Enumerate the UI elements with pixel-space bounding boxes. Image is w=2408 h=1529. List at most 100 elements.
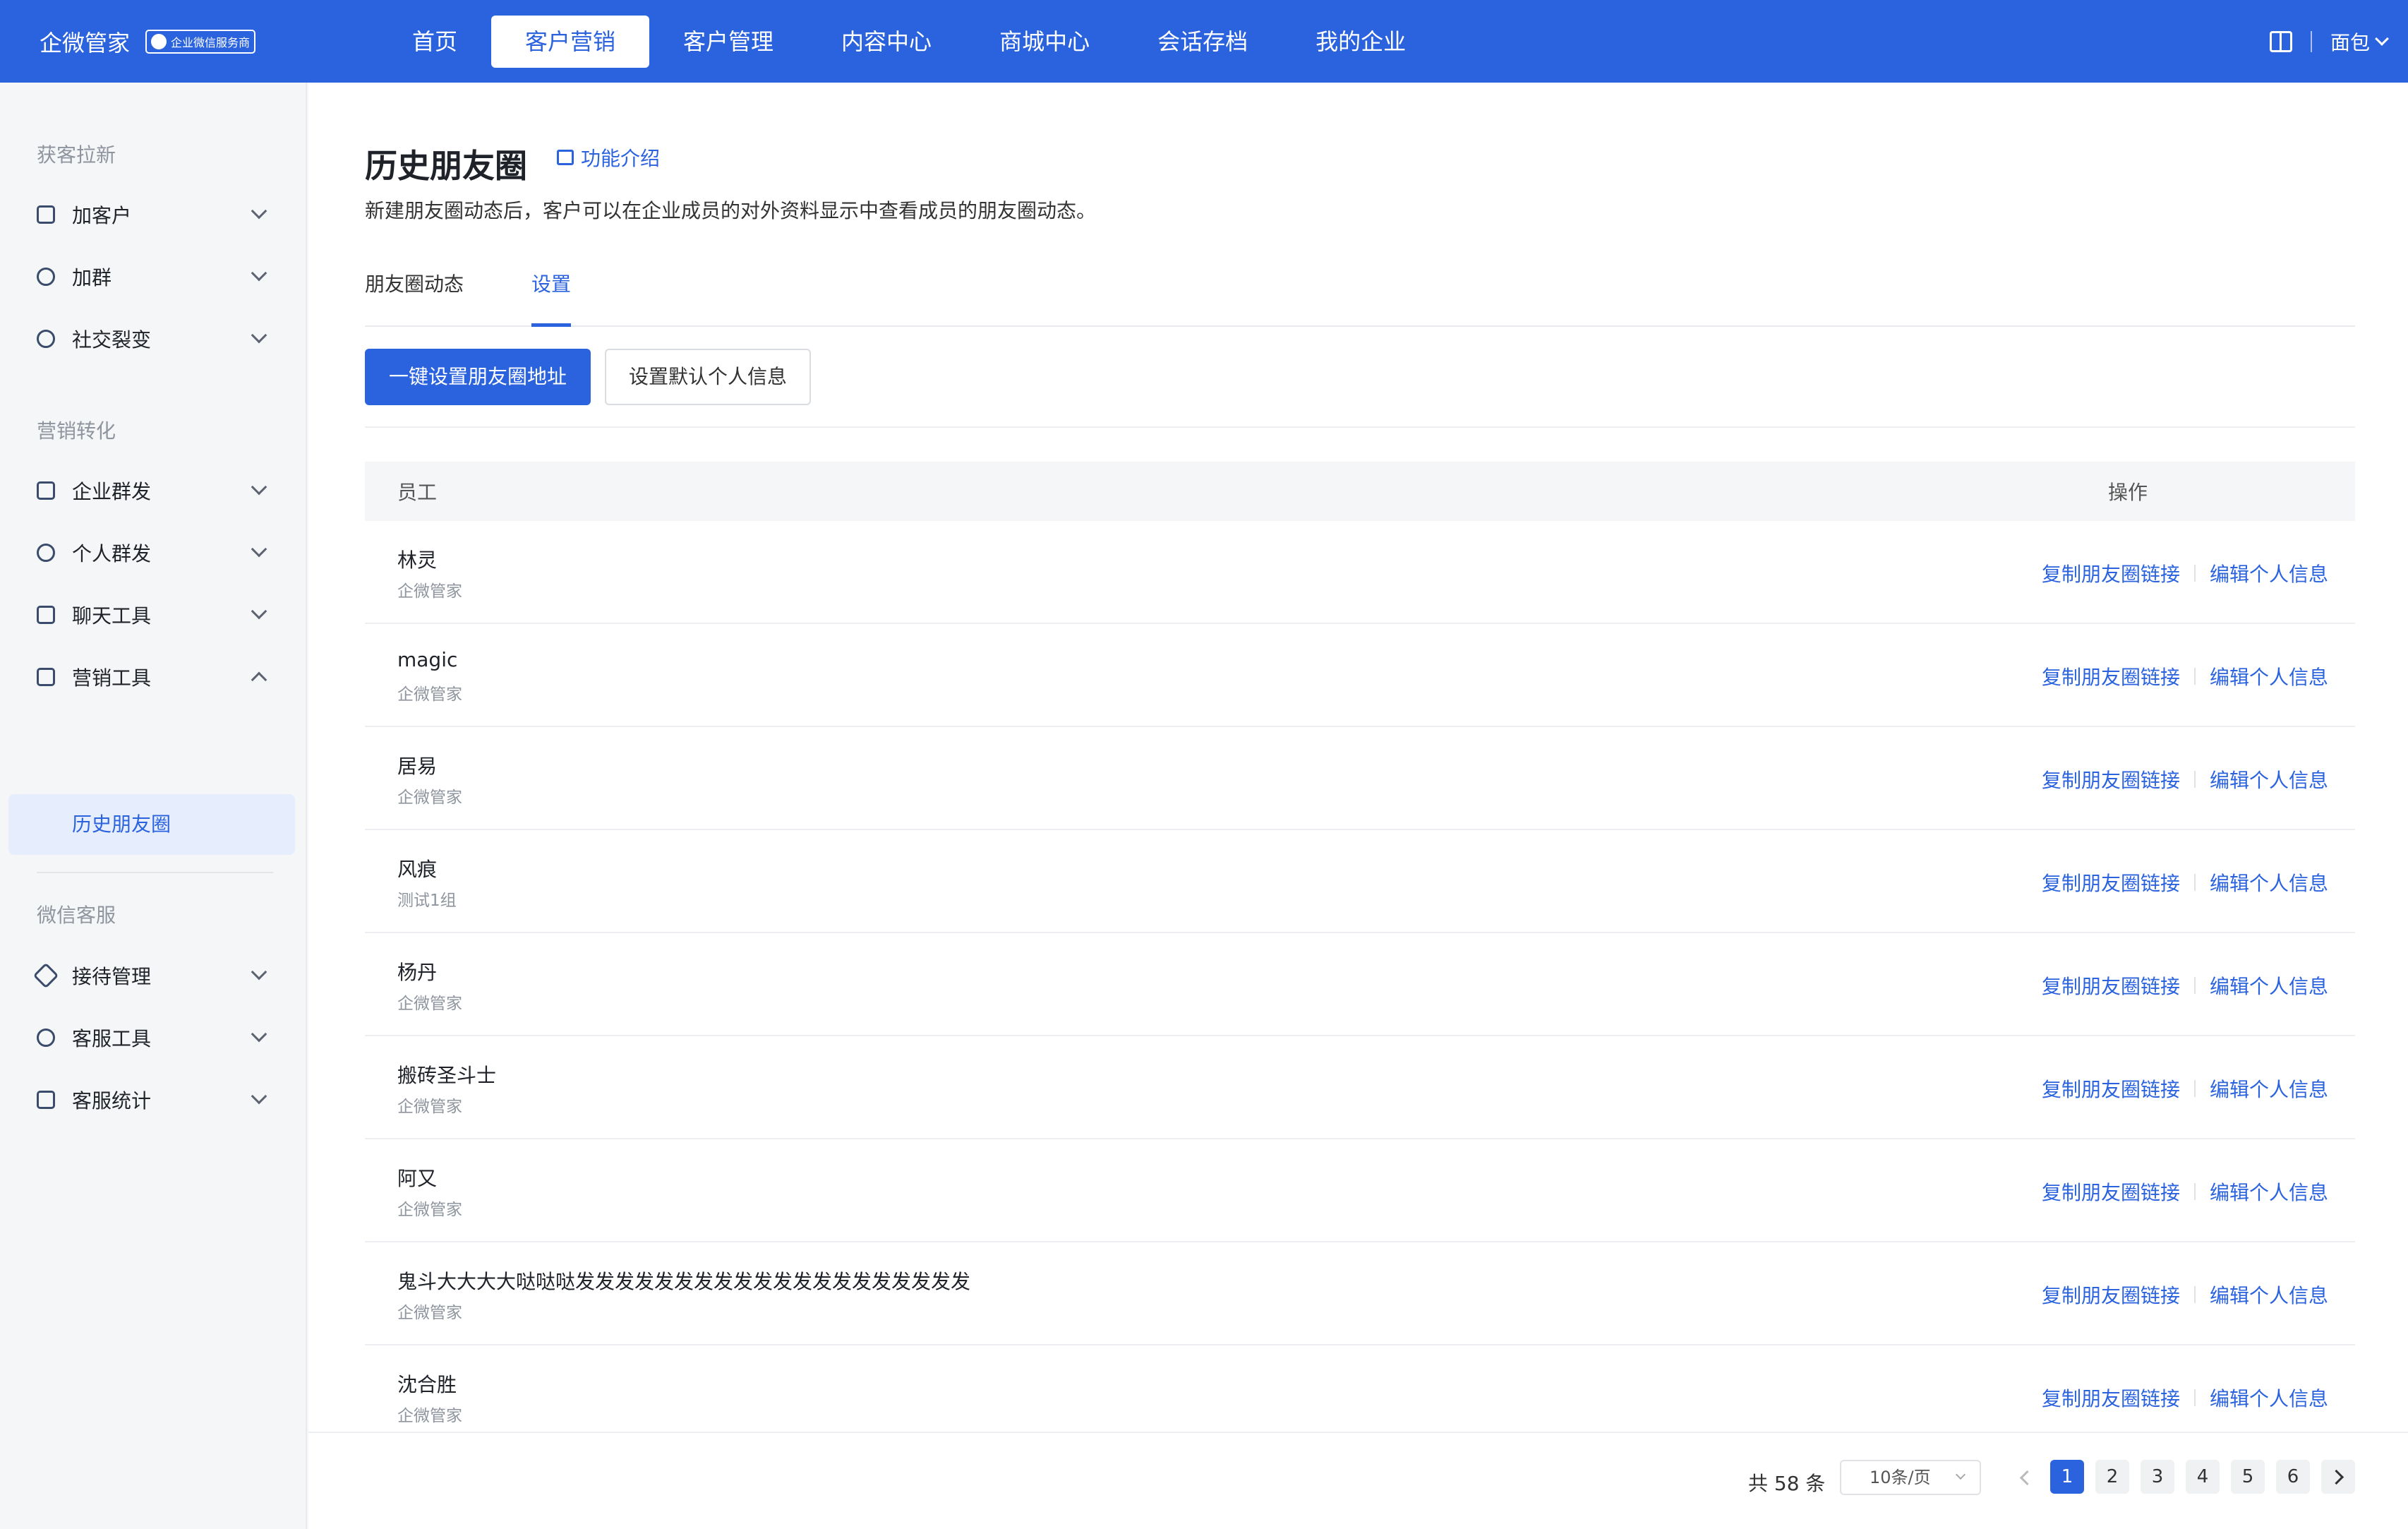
table-row: 鬼斗大大大大哒哒哒发发发发发发发发发发发发发发发发发发发发 企微管家 复制朋友圈链接… <box>365 1242 2355 1345</box>
sidebar-section-title: 获客拉新 <box>37 143 116 167</box>
edit-profile-link[interactable]: 编辑个人信息 <box>2210 662 2328 690</box>
divider <box>2194 874 2196 891</box>
staff-group: 企微管家 <box>397 582 462 601</box>
staff-name: 杨丹 <box>397 961 438 984</box>
tabs: 朋友圈动态 设置 <box>365 263 2355 327</box>
pagination-bar: 共 58 条 10条/页 1 2 3 4 5 6 <box>308 1432 2408 1529</box>
edit-profile-link[interactable]: 编辑个人信息 <box>2210 1281 2328 1309</box>
page-6-button[interactable]: 6 <box>2276 1460 2310 1494</box>
copy-moments-link[interactable]: 复制朋友圈链接 <box>2042 868 2180 897</box>
tab-moments-feed[interactable]: 朋友圈动态 <box>365 263 464 325</box>
nav-mall-center[interactable]: 商城中心 <box>965 16 1124 68</box>
column-header-staff: 员工 <box>397 481 438 504</box>
sidebar-subitem-history-moments[interactable]: 历史朋友圈 <box>8 794 295 855</box>
chevron-down-icon <box>251 265 267 282</box>
sidebar-item-personal-broadcast[interactable]: 个人群发 <box>0 524 307 581</box>
help-book-icon[interactable] <box>2269 30 2292 52</box>
sidebar-item-label: 接待管理 <box>72 965 152 988</box>
staff-name: 搬砖圣斗士 <box>397 1064 497 1087</box>
row-actions: 复制朋友圈链接 编辑个人信息 <box>2042 559 2328 587</box>
copy-moments-link[interactable]: 复制朋友圈链接 <box>2042 1074 2180 1103</box>
sidebar-item-service-tools[interactable]: 客服工具 <box>0 1009 307 1066</box>
edit-profile-link[interactable]: 编辑个人信息 <box>2210 1177 2328 1206</box>
chevron-down-icon <box>251 541 267 558</box>
sidebar-item-label: 社交裂变 <box>72 328 152 352</box>
sidebar-item-label: 营销工具 <box>72 666 152 690</box>
copy-moments-link[interactable]: 复制朋友圈链接 <box>2042 765 2180 793</box>
page-size-select[interactable]: 10条/页 <box>1840 1460 1981 1495</box>
edit-profile-link[interactable]: 编辑个人信息 <box>2210 971 2328 1000</box>
sidebar-item-add-group[interactable]: 加群 <box>0 248 307 305</box>
nav-content-center[interactable]: 内容中心 <box>807 16 965 68</box>
nav-customer-marketing[interactable]: 客户营销 <box>491 15 650 68</box>
divider <box>2194 977 2196 994</box>
copy-moments-link[interactable]: 复制朋友圈链接 <box>2042 1281 2180 1309</box>
staff-name: 居易 <box>397 755 438 778</box>
sidebar-item-enterprise-broadcast[interactable]: 企业群发 <box>0 462 307 519</box>
page-3-button[interactable]: 3 <box>2141 1460 2174 1494</box>
sidebar-item-marketing-tools[interactable]: 营销工具 <box>0 649 307 705</box>
chevron-down-icon <box>251 1026 267 1043</box>
nav-customer-management[interactable]: 客户管理 <box>649 16 807 68</box>
row-actions: 复制朋友圈链接 编辑个人信息 <box>2042 1281 2328 1309</box>
brand-badge: 企业微信服务商 <box>145 29 256 54</box>
tab-settings[interactable]: 设置 <box>531 263 572 327</box>
document-icon <box>37 481 55 500</box>
staff-group: 企微管家 <box>397 685 462 704</box>
sidebar-section-title: 营销转化 <box>37 419 116 443</box>
staff-group: 企微管家 <box>397 1304 462 1322</box>
sidebar-item-label: 个人群发 <box>72 542 152 565</box>
next-page-button[interactable] <box>2321 1460 2355 1494</box>
copy-moments-link[interactable]: 复制朋友圈链接 <box>2042 1384 2180 1412</box>
top-navigation-bar: 企微管家 企业微信服务商 首页 客户营销 客户管理 内容中心 商城中心 会话存档… <box>0 0 2408 83</box>
page-5-button[interactable]: 5 <box>2231 1460 2265 1494</box>
sidebar-section-title: 微信客服 <box>37 904 116 927</box>
copy-moments-link[interactable]: 复制朋友圈链接 <box>2042 971 2180 1000</box>
prev-page-button[interactable] <box>2016 1468 2035 1487</box>
page-size-value: 10条/页 <box>1870 1468 1931 1487</box>
row-actions: 复制朋友圈链接 编辑个人信息 <box>2042 868 2328 897</box>
sidebar-item-chat-tools[interactable]: 聊天工具 <box>0 587 307 643</box>
table-row: magic 企微管家 复制朋友圈链接 编辑个人信息 <box>365 624 2355 727</box>
divider <box>2194 771 2196 788</box>
staff-table: 员工 操作 林灵 企微管家 复制朋友圈链接 编辑个人信息 magic 企微管家 复制朋友圈链… <box>365 462 2355 1449</box>
user-menu[interactable]: 面包 <box>2330 28 2370 56</box>
edit-profile-link[interactable]: 编辑个人信息 <box>2210 868 2328 897</box>
total-count: 共 58 条 <box>1748 1472 1826 1495</box>
row-actions: 复制朋友圈链接 编辑个人信息 <box>2042 662 2328 690</box>
sidebar-item-add-customer[interactable]: 加客户 <box>0 186 307 243</box>
edit-profile-link[interactable]: 编辑个人信息 <box>2210 1074 2328 1103</box>
chevron-down-icon[interactable] <box>2375 31 2389 46</box>
nav-home[interactable]: 首页 <box>378 16 491 68</box>
feature-intro-link[interactable]: 功能介绍 <box>557 143 660 172</box>
table-header: 员工 操作 <box>365 462 2355 521</box>
edit-profile-link[interactable]: 编辑个人信息 <box>2210 559 2328 587</box>
page-4-button[interactable]: 4 <box>2186 1460 2220 1494</box>
sidebar-item-reception-management[interactable]: 接待管理 <box>0 947 307 1004</box>
staff-name: 林灵 <box>397 548 438 572</box>
chevron-down-icon <box>251 479 267 496</box>
chat-icon <box>37 606 55 624</box>
edit-profile-link[interactable]: 编辑个人信息 <box>2210 765 2328 793</box>
main-nav: 首页 客户营销 客户管理 内容中心 商城中心 会话存档 我的企业 <box>378 0 1440 83</box>
sidebar-item-service-statistics[interactable]: 客服统计 <box>0 1072 307 1128</box>
page-2-button[interactable]: 2 <box>2095 1460 2129 1494</box>
chevron-down-icon <box>251 1088 267 1105</box>
grid-icon <box>37 205 55 224</box>
staff-group: 企微管家 <box>397 995 462 1013</box>
sidebar-item-label: 加客户 <box>72 204 132 227</box>
brand[interactable]: 企微管家 企业微信服务商 <box>40 25 336 58</box>
sidebar-item-social-fission[interactable]: 社交裂变 <box>0 311 307 367</box>
edit-profile-link[interactable]: 编辑个人信息 <box>2210 1384 2328 1412</box>
copy-moments-link[interactable]: 复制朋友圈链接 <box>2042 662 2180 690</box>
table-row: 风痕 测试1组 复制朋友圈链接 编辑个人信息 <box>365 830 2355 933</box>
copy-moments-link[interactable]: 复制朋友圈链接 <box>2042 1177 2180 1206</box>
page-1-button[interactable]: 1 <box>2050 1460 2084 1494</box>
divider <box>2194 668 2196 685</box>
nav-my-enterprise[interactable]: 我的企业 <box>1282 16 1440 68</box>
nav-session-archive[interactable]: 会话存档 <box>1124 16 1282 68</box>
staff-name: magic <box>397 648 458 671</box>
set-moments-address-button[interactable]: 一键设置朋友圈地址 <box>365 349 591 405</box>
set-default-profile-button[interactable]: 设置默认个人信息 <box>605 349 811 405</box>
copy-moments-link[interactable]: 复制朋友圈链接 <box>2042 559 2180 587</box>
